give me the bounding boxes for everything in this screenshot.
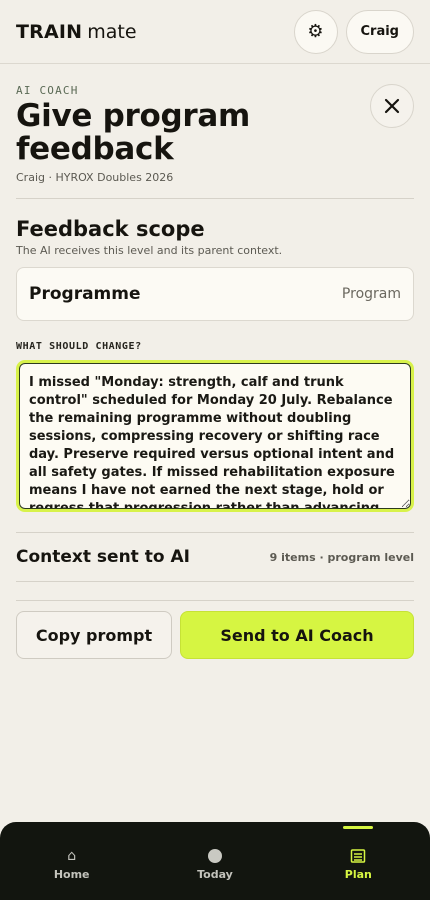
- divider: [16, 198, 414, 199]
- top-bar: TRAIN mate ⚙ Craig: [0, 0, 430, 64]
- nav-label: Plan: [344, 868, 372, 881]
- page-title: Give program feedback: [16, 98, 250, 167]
- context-title: Context sent to AI: [16, 547, 190, 567]
- nav-item-home[interactable]: ⌂ Home: [12, 822, 132, 900]
- gear-icon: ⚙: [307, 21, 324, 42]
- copy-prompt-button[interactable]: Copy prompt: [16, 611, 172, 659]
- feedback-section: WHAT SHOULD CHANGE? I missed "Monday: st…: [16, 341, 414, 512]
- page-eyebrow: AI COACH: [16, 84, 79, 97]
- bottom-nav: ⌂ Home Today Plan: [0, 822, 430, 900]
- page-subtitle: Craig · HYROX Doubles 2026: [16, 171, 174, 184]
- scope-section: Feedback scope The AI receives this leve…: [16, 217, 414, 321]
- main-content: AI COACH Give program feedback Craig · H…: [0, 64, 430, 659]
- nav-label: Home: [53, 868, 90, 881]
- scope-title: Feedback scope: [16, 217, 205, 241]
- context-toggle[interactable]: Context sent to AI 9 items · program lev…: [16, 532, 414, 582]
- scope-option-name: Programme: [29, 284, 141, 304]
- scope-help: The AI receives this level and its paren…: [16, 244, 283, 257]
- nav-label: Today: [197, 868, 233, 881]
- page-header: AI COACH Give program feedback Craig · H…: [16, 64, 414, 184]
- user-menu-button[interactable]: Craig: [345, 9, 414, 54]
- home-icon: ⌂: [67, 848, 77, 864]
- scope-option-level: Program: [341, 286, 401, 302]
- plan-icon: [351, 849, 366, 863]
- nav-item-today[interactable]: Today: [155, 822, 275, 900]
- close-button[interactable]: [370, 84, 414, 128]
- top-actions: ⚙ Craig: [293, 9, 414, 54]
- today-icon-wrap: [207, 847, 222, 865]
- feedback-label: WHAT SHOULD CHANGE?: [16, 341, 142, 352]
- today-dot-icon: [207, 849, 222, 863]
- feedback-focus-ring: I missed "Monday: strength, calf and tru…: [16, 360, 414, 512]
- brand-bold: TRAIN: [16, 20, 83, 43]
- scope-option-programme[interactable]: Programme Program: [16, 267, 414, 321]
- nav-item-plan[interactable]: Plan: [298, 822, 418, 900]
- settings-button[interactable]: ⚙: [293, 9, 338, 54]
- context-meta: 9 items · program level: [269, 550, 414, 564]
- close-icon: [384, 98, 400, 114]
- feedback-textarea[interactable]: I missed "Monday: strength, calf and tru…: [19, 363, 411, 509]
- brand-logo[interactable]: TRAIN mate: [16, 21, 137, 43]
- send-to-ai-coach-button[interactable]: Send to AI Coach: [180, 611, 414, 659]
- action-bar: Copy prompt Send to AI Coach: [16, 600, 414, 659]
- brand-light: mate: [87, 20, 137, 43]
